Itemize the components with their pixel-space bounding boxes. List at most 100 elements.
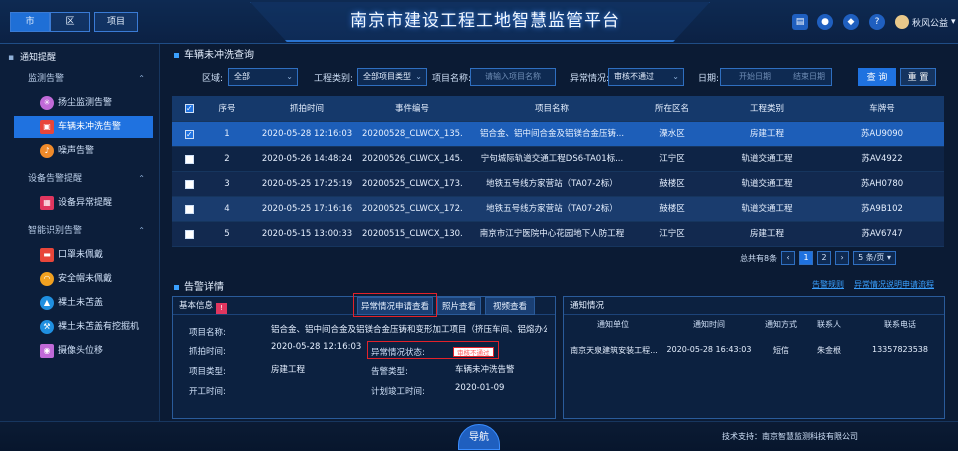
query-title: 车辆未冲洗查询: [172, 46, 952, 66]
basic-info-title: 基本信息: [179, 301, 214, 311]
start-date-input[interactable]: 开始日期: [739, 69, 771, 85]
copyright: 技术支持：南京智慧监测科技有限公司: [722, 432, 858, 441]
page-1-button[interactable]: 1: [799, 251, 814, 265]
end-date-input[interactable]: 结束日期: [793, 69, 825, 85]
row-checkbox[interactable]: [185, 122, 194, 147]
excavator-icon: ⚒: [40, 320, 54, 334]
cell-district: 溧水区: [659, 129, 685, 139]
sidebar-item-excavator[interactable]: ⚒ 裸土未苫盖有挖掘机: [14, 316, 153, 338]
sidebar-item-mask[interactable]: ▬ 口罩未佩戴: [14, 244, 153, 266]
notice-method: 短信: [773, 346, 789, 355]
sidebar-item-label: 安全帽未佩戴: [58, 274, 113, 284]
helmet-icon: ◠: [40, 272, 54, 286]
sidebar-header-label: 通知提醒: [20, 53, 57, 63]
page-size-value: 5 条/页: [858, 253, 885, 262]
sidebar-item-label: 摄像头位移: [58, 346, 104, 356]
level-project-button[interactable]: 项目: [94, 12, 138, 32]
select-all-checkbox[interactable]: [185, 96, 194, 122]
top-bar: 市 区 项目 南京市建设工程工地智慧监管平台 ▤ ● ◆ ? 秋风公益 ▾: [0, 0, 958, 44]
prev-page-button[interactable]: ‹: [781, 251, 796, 265]
car-icon: ▣: [40, 120, 54, 134]
page-title: 南京市建设工程工地智慧监管平台: [350, 11, 620, 31]
area-label: 区域:: [202, 74, 224, 84]
sidebar-group-ai[interactable]: 智能识别告警 ⌃: [0, 220, 159, 242]
cell-district: 江宁区: [659, 229, 685, 239]
cell-project: 宁句城际轨道交通工程DS6-TA01标...: [480, 154, 624, 164]
photo-tab[interactable]: 照片查看: [437, 297, 481, 315]
level-city-button[interactable]: 市: [10, 12, 50, 32]
table-row[interactable]: 1 2020-05-28 12:16:03 20200528_CLWCX_135…: [172, 122, 944, 147]
page-size-select[interactable]: 5 条/页 ▾: [853, 251, 896, 265]
sidebar-item-soil[interactable]: ▲ 裸土未苫盖: [14, 292, 153, 314]
sidebar-item-noise[interactable]: ♪ 噪声告警: [14, 140, 153, 162]
cell-category: 轨道交通工程: [741, 154, 793, 164]
date-range-input[interactable]: 开始日期 结束日期: [720, 68, 832, 86]
cell-plate: 苏AV6747: [861, 229, 903, 239]
chevron-down-icon: ⌄: [415, 72, 422, 81]
col-header-plate: 车牌号: [869, 104, 895, 114]
reset-button[interactable]: 重 置: [900, 68, 936, 86]
sidebar-item-helmet[interactable]: ◠ 安全帽未佩戴: [14, 268, 153, 290]
project-type-value: 房建工程: [271, 365, 306, 375]
row-checkbox[interactable]: [185, 180, 194, 189]
shield-icon[interactable]: ◆: [843, 14, 859, 30]
next-page-button[interactable]: ›: [835, 251, 850, 265]
sidebar-header: ▪ 通知提醒: [0, 48, 159, 68]
sidebar-group-label: 监测告警: [28, 74, 65, 84]
user-icon[interactable]: ●: [817, 14, 833, 30]
notice-col-time: 通知时间: [693, 320, 725, 329]
sidebar: ▪ 通知提醒 监测告警 ⌃ ✳ 扬尘监测告警 ▣ 车辆未冲洗告警 ♪ 噪声告警 …: [0, 44, 160, 451]
area-select[interactable]: 全部 ⌄: [228, 68, 298, 86]
table-row[interactable]: 3 2020-05-25 17:25:19 20200525_CLWCX_173…: [172, 172, 944, 197]
sidebar-item-camera[interactable]: ◉ 摄像头位移: [14, 340, 153, 362]
col-header-project: 项目名称: [534, 104, 569, 114]
abnormal-process-link[interactable]: 异常情况说明申请流程: [854, 279, 934, 290]
sidebar-group-device[interactable]: 设备告警提醒 ⌃: [0, 168, 159, 190]
cell-project: 地铁五号线方家营站（TA07-2标）: [486, 204, 618, 214]
cell-category: 轨道交通工程: [741, 204, 793, 214]
row-checkbox[interactable]: [185, 205, 194, 214]
filter-bar: 区域: 全部 ⌄ 工程类别: 全部项目类型 ⌄ 项目名称: 请输入项目名称 异常…: [172, 68, 952, 88]
search-button[interactable]: 查 询: [858, 68, 896, 86]
abnormal-select[interactable]: 审核不通过 ⌄: [608, 68, 684, 86]
cell-district: 鼓楼区: [659, 179, 685, 189]
cell-plate: 苏A9B102: [861, 204, 903, 214]
sidebar-item-label: 裸土未苫盖: [58, 298, 104, 308]
cell-category: 轨道交通工程: [741, 179, 793, 189]
alarm-rules-link[interactable]: 告警规则: [812, 279, 844, 290]
camera-icon: ◉: [40, 344, 54, 358]
cell-event: 20200525_CLWCX_172...: [362, 204, 462, 214]
help-icon[interactable]: ?: [869, 14, 885, 30]
cell-no: 2: [224, 154, 230, 164]
query-section: 车辆未冲洗查询: [172, 46, 952, 66]
sidebar-item-car-wash[interactable]: ▣ 车辆未冲洗告警: [14, 116, 153, 138]
sidebar-group-label: 智能识别告警: [28, 226, 83, 236]
sidebar-group-monitor[interactable]: 监测告警 ⌃: [0, 68, 159, 90]
type-select[interactable]: 全部项目类型 ⌄: [357, 68, 427, 86]
cell-event: 20200525_CLWCX_173...: [362, 179, 462, 189]
cell-time: 2020-05-25 17:16:16: [261, 204, 353, 214]
table-row[interactable]: 2 2020-05-26 14:48:24 20200526_CLWCX_145…: [172, 147, 944, 172]
document-icon[interactable]: ▤: [792, 14, 808, 30]
device-icon: ▦: [40, 196, 54, 210]
cell-project: 地铁五号线方家营站（TA07-2标）: [486, 179, 618, 189]
level-district-button[interactable]: 区: [50, 12, 90, 32]
sidebar-item-dust[interactable]: ✳ 扬尘监测告警: [14, 92, 153, 114]
row-checkbox[interactable]: [185, 230, 194, 239]
notice-unit: 南京天泉建筑安装工程...: [570, 346, 658, 355]
page-2-button[interactable]: 2: [817, 251, 832, 265]
col-header-time: 抓拍时间: [289, 104, 324, 114]
snap-time-value: 2020-05-28 12:16:03: [271, 342, 362, 352]
chevron-up-icon: ⌃: [138, 226, 145, 235]
cell-time: 2020-05-15 13:00:33: [261, 229, 353, 239]
table-row[interactable]: 4 2020-05-25 17:16:16 20200525_CLWCX_172…: [172, 197, 944, 222]
row-checkbox[interactable]: [185, 155, 194, 164]
total-count: 总共有8条: [740, 253, 778, 263]
project-name-input[interactable]: 请输入项目名称: [470, 68, 556, 86]
sidebar-item-device[interactable]: ▦ 设备异常提醒: [14, 192, 153, 214]
user-menu[interactable]: 秋风公益 ▾: [895, 14, 956, 30]
video-tab[interactable]: 视频查看: [485, 297, 535, 315]
table-row[interactable]: 5 2020-05-15 13:00:33 20200515_CLWCX_130…: [172, 222, 944, 247]
type-value: 全部项目类型: [363, 72, 411, 81]
cell-no: 3: [224, 179, 230, 189]
